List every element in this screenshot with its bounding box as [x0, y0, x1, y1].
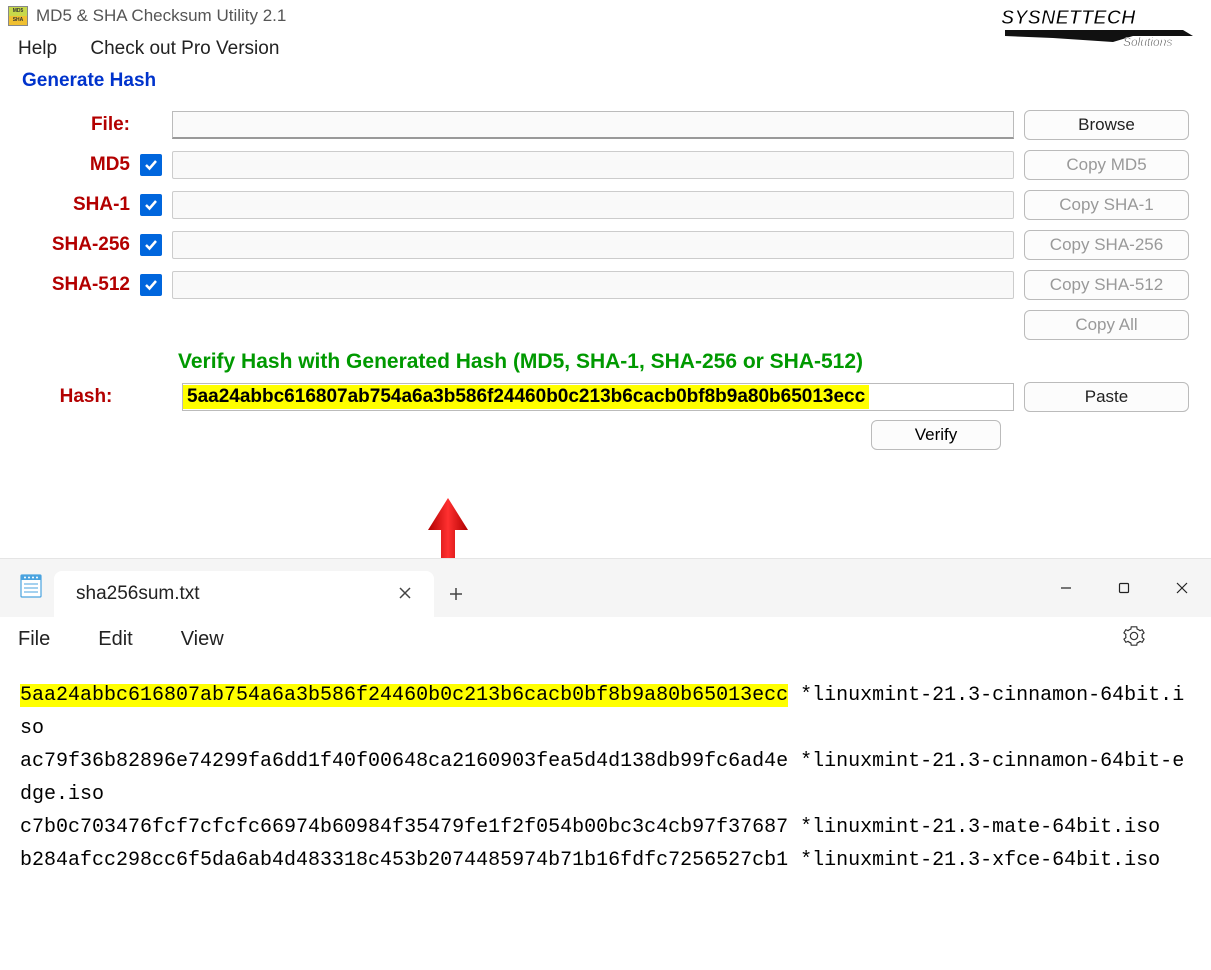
row-copy-all: Copy All [22, 310, 1189, 340]
row-sha1: SHA-1 Copy SHA-1 [22, 190, 1189, 220]
notepad-icon [18, 571, 44, 599]
form-area: File: Browse MD5 Copy MD5 SHA-1 Copy SHA… [0, 96, 1211, 460]
check-icon [143, 277, 159, 293]
window-title: MD5 & SHA Checksum Utility 2.1 [36, 6, 286, 26]
window-controls [1037, 565, 1211, 611]
section-generate-hash: Generate Hash [0, 66, 1211, 96]
np-settings-button[interactable] [1123, 625, 1145, 653]
label-sha1: SHA-1 [22, 194, 140, 216]
tab-close-button[interactable] [394, 584, 416, 605]
maximize-icon [1117, 581, 1131, 595]
copy-md5-button[interactable]: Copy MD5 [1024, 150, 1189, 180]
row-hash: Hash: 5aa24abbc616807ab754a6a3b586f24460… [22, 382, 1189, 412]
np-menu-view[interactable]: View [181, 628, 224, 651]
gear-icon [1123, 625, 1145, 647]
checkbox-md5[interactable] [140, 154, 162, 176]
checkbox-sha1[interactable] [140, 194, 162, 216]
close-icon [1175, 581, 1189, 595]
menu-bar: Help Check out Pro Version [0, 32, 1211, 66]
checkbox-sha256[interactable] [140, 234, 162, 256]
hash-input[interactable]: 5aa24abbc616807ab754a6a3b586f24460b0c213… [182, 383, 1014, 411]
verify-button[interactable]: Verify [871, 420, 1001, 450]
minimize-icon [1059, 581, 1073, 595]
menu-pro[interactable]: Check out Pro Version [90, 38, 279, 59]
row-file: File: Browse [22, 110, 1189, 140]
check-icon [143, 237, 159, 253]
file-input[interactable] [172, 111, 1014, 139]
label-sha256: SHA-256 [22, 234, 140, 256]
browse-button[interactable]: Browse [1024, 110, 1189, 140]
title-bar: MD5SHA MD5 & SHA Checksum Utility 2.1 [0, 0, 1211, 32]
app-icon: MD5SHA [8, 6, 28, 26]
tab-title: sha256sum.txt [76, 583, 200, 605]
close-icon [398, 586, 412, 600]
copy-all-button[interactable]: Copy All [1024, 310, 1189, 340]
label-hash: Hash: [22, 386, 150, 408]
close-button[interactable] [1153, 565, 1211, 611]
label-sha512: SHA-512 [22, 274, 140, 296]
sha512-output[interactable] [172, 271, 1014, 299]
notepad-menu-bar: File Edit View [0, 617, 1211, 661]
paste-button[interactable]: Paste [1024, 382, 1189, 412]
md5-output[interactable] [172, 151, 1014, 179]
content-line-4: b284afcc298cc6f5da6ab4d483318c453b207448… [20, 844, 1191, 877]
row-sha256: SHA-256 Copy SHA-256 [22, 230, 1189, 260]
maximize-button[interactable] [1095, 565, 1153, 611]
copy-sha512-button[interactable]: Copy SHA-512 [1024, 270, 1189, 300]
notepad-window: sha256sum.txt File Edit View 5aa24abbc61… [0, 558, 1211, 970]
verify-section-title: Verify Hash with Generated Hash (MD5, SH… [178, 350, 1189, 374]
sha1-output[interactable] [172, 191, 1014, 219]
row-verify: Verify [22, 420, 1189, 450]
copy-sha1-button[interactable]: Copy SHA-1 [1024, 190, 1189, 220]
checksum-utility-window: MD5SHA MD5 & SHA Checksum Utility 2.1 SY… [0, 0, 1211, 460]
new-tab-button[interactable] [434, 571, 478, 617]
content-line-2: ac79f36b82896e74299fa6dd1f40f00648ca2160… [20, 745, 1191, 811]
check-icon [143, 157, 159, 173]
notepad-title-bar: sha256sum.txt [0, 559, 1211, 617]
minimize-button[interactable] [1037, 565, 1095, 611]
menu-help[interactable]: Help [18, 38, 57, 59]
np-menu-edit[interactable]: Edit [98, 628, 132, 651]
label-md5: MD5 [22, 154, 140, 176]
highlighted-hash: 5aa24abbc616807ab754a6a3b586f24460b0c213… [20, 684, 788, 707]
label-file: File: [22, 114, 140, 136]
row-sha512: SHA-512 Copy SHA-512 [22, 270, 1189, 300]
notepad-tab[interactable]: sha256sum.txt [54, 571, 434, 617]
checkbox-sha512[interactable] [140, 274, 162, 296]
notepad-content[interactable]: 5aa24abbc616807ab754a6a3b586f24460b0c213… [0, 661, 1211, 895]
copy-sha256-button[interactable]: Copy SHA-256 [1024, 230, 1189, 260]
hash-value-highlight: 5aa24abbc616807ab754a6a3b586f24460b0c213… [183, 385, 869, 409]
row-md5: MD5 Copy MD5 [22, 150, 1189, 180]
check-icon [143, 197, 159, 213]
plus-icon [448, 586, 464, 602]
np-menu-file[interactable]: File [18, 628, 50, 651]
content-line-1: 5aa24abbc616807ab754a6a3b586f24460b0c213… [20, 679, 1191, 745]
sha256-output[interactable] [172, 231, 1014, 259]
content-line-3: c7b0c703476fcf7cfcfc66974b60984f35479fe1… [20, 811, 1191, 844]
